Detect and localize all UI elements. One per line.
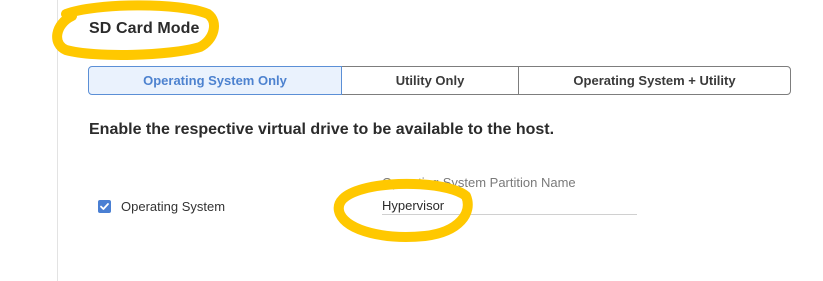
sd-card-settings-panel: SD Card Mode Operating System Only Utili… [0,0,823,281]
partition-name-input[interactable] [382,196,637,215]
operating-system-checkbox[interactable] [98,200,111,213]
tab-operating-system-only[interactable]: Operating System Only [88,66,342,95]
highlight-annotations [52,0,473,242]
operating-system-checkbox-label[interactable]: Operating System [121,199,225,214]
partition-name-label: Operating System Partition Name [382,175,576,190]
left-divider [57,0,58,281]
tab-utility-only[interactable]: Utility Only [342,66,518,95]
section-title: SD Card Mode [89,20,200,37]
checkmark-icon [100,203,109,210]
tab-operating-system-plus-utility[interactable]: Operating System + Utility [518,66,791,95]
section-description: Enable the respective virtual drive to b… [89,121,555,138]
sd-card-mode-selector: Operating System Only Utility Only Opera… [88,66,791,95]
